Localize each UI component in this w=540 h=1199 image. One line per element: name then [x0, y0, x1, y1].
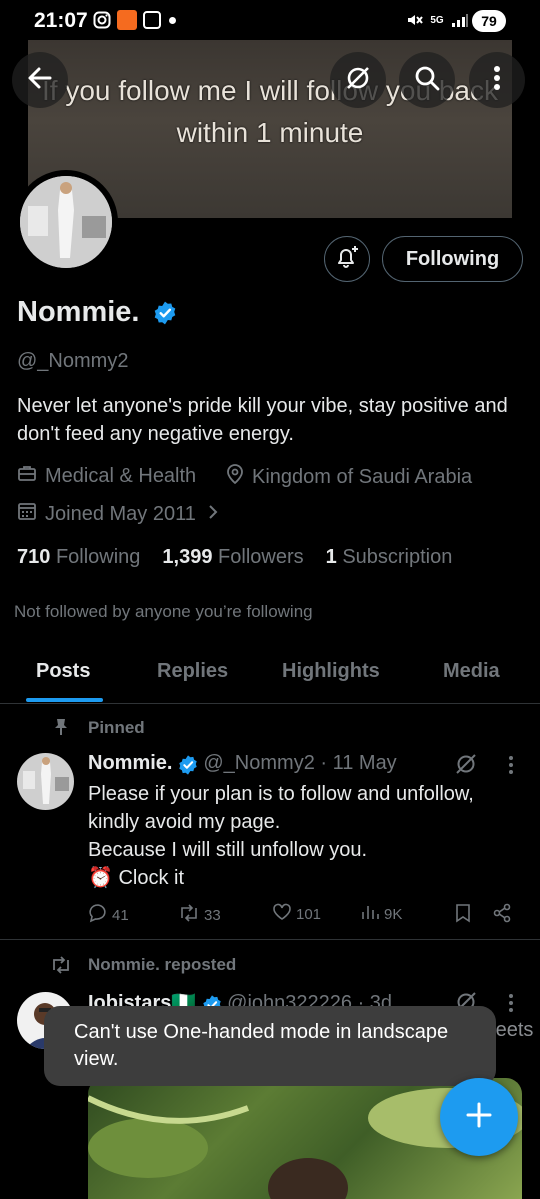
retweet-icon [178, 903, 200, 927]
tab-highlights[interactable]: Highlights [282, 660, 380, 683]
network-type-icon: 5G [430, 14, 444, 26]
plus-icon [465, 1101, 493, 1134]
compose-button[interactable] [440, 1078, 518, 1156]
profile-name: Nommie. [17, 296, 178, 329]
status-time: 21:07 [34, 9, 88, 32]
briefcase-icon [17, 464, 37, 488]
tweet-line: Please if your plan is to follow and unf… [88, 783, 474, 833]
chevron-right-icon [208, 503, 218, 526]
repost-more-icon[interactable] [508, 993, 514, 1018]
following-count: 710 [17, 546, 51, 568]
notification-dot-icon [166, 10, 178, 30]
more-options-button[interactable] [469, 52, 525, 108]
verified-badge-icon[interactable] [152, 300, 178, 326]
search-button[interactable] [399, 52, 455, 108]
mute-icon [404, 10, 424, 30]
active-tab-indicator [26, 698, 103, 702]
like-count: 101 [296, 905, 322, 923]
profile-handle: @_Nommy2 [17, 350, 129, 372]
tweet-header: Nommie. @_Nommy2 · 11 May [88, 752, 397, 776]
following-button[interactable]: Following [382, 236, 523, 282]
followers-count: 1,399 [162, 546, 213, 568]
reply-count: 41 [112, 906, 129, 924]
not-followed-text: Not followed by anyone you’re following [14, 602, 313, 621]
repost-icon [50, 955, 72, 980]
subscription-count: 1 [325, 546, 337, 568]
tweet-handle-date: @_Nommy2 · 11 May [203, 752, 397, 774]
battery-indicator: 79 [472, 10, 506, 32]
instagram-icon [92, 10, 112, 30]
grok-icon[interactable] [454, 752, 478, 781]
toast-message: Can't use One-handed mode in landscape v… [44, 1006, 496, 1086]
verified-badge-icon [177, 754, 199, 776]
reply-icon [88, 903, 108, 927]
temu-icon [116, 10, 138, 30]
shopping-icon [142, 10, 162, 30]
bookmark-icon[interactable] [454, 903, 472, 928]
reply-button[interactable]: 41 [88, 903, 129, 927]
bell-plus-icon [334, 244, 360, 275]
views-count: 9K [384, 905, 403, 923]
like-button[interactable]: 101 [272, 903, 321, 925]
repost-label: Nommie. reposted [88, 955, 237, 974]
retweet-count: 33 [204, 906, 221, 924]
profile-joined[interactable]: Joined May 2011 [17, 501, 218, 527]
profile-avatar[interactable] [20, 176, 112, 268]
profile-bio: Never let anyone's pride kill your vibe,… [17, 395, 508, 445]
following-label: Following [55, 546, 141, 568]
followers-label: Followers [218, 546, 304, 568]
tweet-line: Because I will still unfollow you. [88, 839, 368, 861]
profile-location: Kingdom of Saudi Arabia [226, 464, 472, 490]
back-button[interactable] [12, 52, 68, 108]
tweet-more-icon[interactable] [508, 755, 514, 780]
tab-media[interactable]: Media [443, 660, 500, 683]
location-text: Kingdom of Saudi Arabia [252, 465, 473, 488]
subscription-stat[interactable]: 1 Subscription [326, 546, 453, 569]
tab-replies[interactable]: Replies [157, 660, 228, 683]
joined-text: Joined May 2011 [45, 502, 196, 525]
pinned-label: Pinned [88, 718, 145, 737]
status-bar: 21:07 5G 79 [0, 0, 540, 40]
tab-posts[interactable]: Posts [36, 660, 90, 683]
avatar-image [20, 176, 112, 268]
profile-name-text: Nommie. [17, 296, 140, 328]
profile-stats: 710 Following 1,399 Followers 1 Subscrip… [17, 546, 452, 569]
views-button[interactable]: 9K [360, 903, 402, 925]
pin-icon [54, 718, 68, 741]
category-text: Medical & Health [45, 464, 197, 487]
calendar-icon [17, 501, 37, 527]
tweet-text: Please if your plan is to follow and unf… [88, 780, 518, 892]
tweet-avatar[interactable] [17, 753, 74, 810]
subscription-label: Subscription [342, 546, 453, 568]
tweet-author[interactable]: Nommie. [88, 752, 172, 774]
signal-icon [450, 10, 470, 30]
notifications-button[interactable] [324, 236, 370, 282]
views-chart-icon [360, 903, 380, 925]
arrow-left-icon [26, 64, 54, 97]
followers-stat[interactable]: 1,399 Followers [162, 546, 303, 569]
location-pin-icon [226, 464, 244, 490]
tweet-line: ⏰ Clock it [88, 867, 185, 889]
tweet-divider [0, 939, 540, 940]
profile-category: Medical & Health [17, 464, 196, 488]
grok-icon [344, 64, 372, 97]
share-icon[interactable] [492, 903, 512, 928]
retweet-button[interactable]: 33 [178, 903, 221, 927]
search-icon [413, 64, 441, 97]
grok-button[interactable] [330, 52, 386, 108]
more-vertical-icon [493, 65, 501, 96]
heart-icon [272, 903, 292, 925]
following-stat[interactable]: 710 Following [17, 546, 140, 569]
tweet-avatar-image [17, 753, 74, 810]
